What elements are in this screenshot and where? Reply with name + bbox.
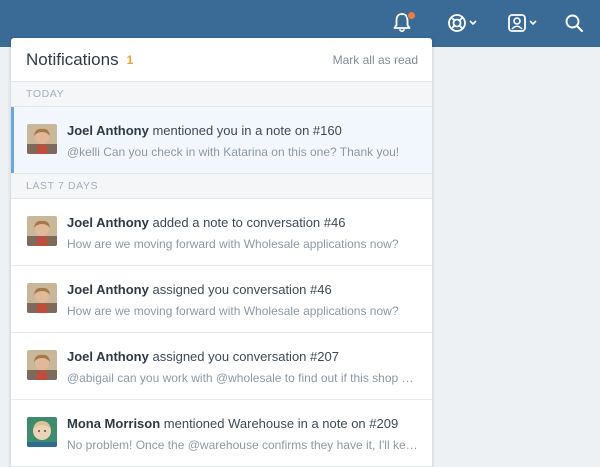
avatar	[27, 216, 57, 246]
notifications-dropdown: Notifications 1 Mark all as read TODAY J…	[11, 38, 432, 467]
mark-all-read-link[interactable]: Mark all as read	[333, 53, 418, 67]
panel-title: Notifications	[26, 49, 119, 69]
chevron-down-icon	[529, 20, 537, 26]
notification-author: Joel Anthony	[67, 282, 149, 297]
notification-text: Mona Morrison mentioned Warehouse in a n…	[67, 416, 420, 432]
unread-badge	[407, 11, 416, 20]
notification-author: Mona Morrison	[67, 416, 161, 431]
notifications-bell-button[interactable]	[392, 10, 418, 36]
notifications-header: Notifications 1 Mark all as read	[11, 38, 432, 82]
search-icon	[565, 14, 583, 32]
notification-text: Joel Anthony mentioned you in a note on …	[67, 123, 420, 139]
unread-count: 1	[126, 52, 134, 67]
notification-action: assigned you conversation #207	[148, 349, 339, 364]
notification-action: mentioned Warehouse in a note on #209	[160, 416, 399, 431]
notification-author: Joel Anthony	[67, 349, 149, 364]
notification-item[interactable]: Joel Anthony assigned you conversation #…	[11, 266, 432, 333]
notification-author: Joel Anthony	[67, 215, 149, 230]
avatar-joel-image	[27, 216, 57, 246]
avatar	[27, 417, 57, 447]
avatar-joel-image	[27, 124, 57, 154]
notification-item[interactable]: Joel Anthony mentioned you in a note on …	[11, 107, 432, 174]
notification-text: Joel Anthony assigned you conversation #…	[67, 282, 420, 298]
section-label-last-7-days: LAST 7 DAYS	[11, 174, 432, 199]
notification-item[interactable]: Mona Morrison mentioned Warehouse in a n…	[11, 400, 432, 467]
notification-action: added a note to conversation #46	[148, 215, 346, 230]
notification-author: Joel Anthony	[67, 123, 149, 138]
avatar	[27, 350, 57, 380]
notification-preview: How are we moving forward with Wholesale…	[67, 237, 399, 251]
notification-action: mentioned you in a note on #160	[148, 123, 342, 138]
avatar-mona-image	[27, 417, 57, 447]
section-label-today: TODAY	[11, 82, 432, 107]
avatar	[27, 283, 57, 313]
notification-action: assigned you conversation #46	[148, 282, 332, 297]
user-icon	[508, 14, 526, 32]
notification-text: Joel Anthony assigned you conversation #…	[67, 349, 420, 365]
account-menu-button[interactable]	[507, 10, 543, 36]
notification-preview: @abigail can you work with @wholesale to…	[67, 371, 420, 385]
chevron-down-icon	[469, 20, 477, 26]
avatar	[27, 124, 57, 154]
notification-item[interactable]: Joel Anthony added a note to conversatio…	[11, 199, 432, 266]
notification-text: Joel Anthony added a note to conversatio…	[67, 215, 420, 231]
search-button[interactable]	[564, 10, 588, 36]
notification-item[interactable]: Joel Anthony assigned you conversation #…	[11, 333, 432, 400]
help-menu-button[interactable]	[447, 10, 483, 36]
avatar-joel-image	[27, 350, 57, 380]
help-icon	[448, 14, 466, 32]
avatar-joel-image	[27, 283, 57, 313]
notification-preview: How are we moving forward with Wholesale…	[67, 304, 399, 318]
notification-preview: @kelli Can you check in with Katarina on…	[67, 145, 400, 159]
notification-preview: No problem! Once the @warehouse confirms…	[67, 438, 420, 452]
